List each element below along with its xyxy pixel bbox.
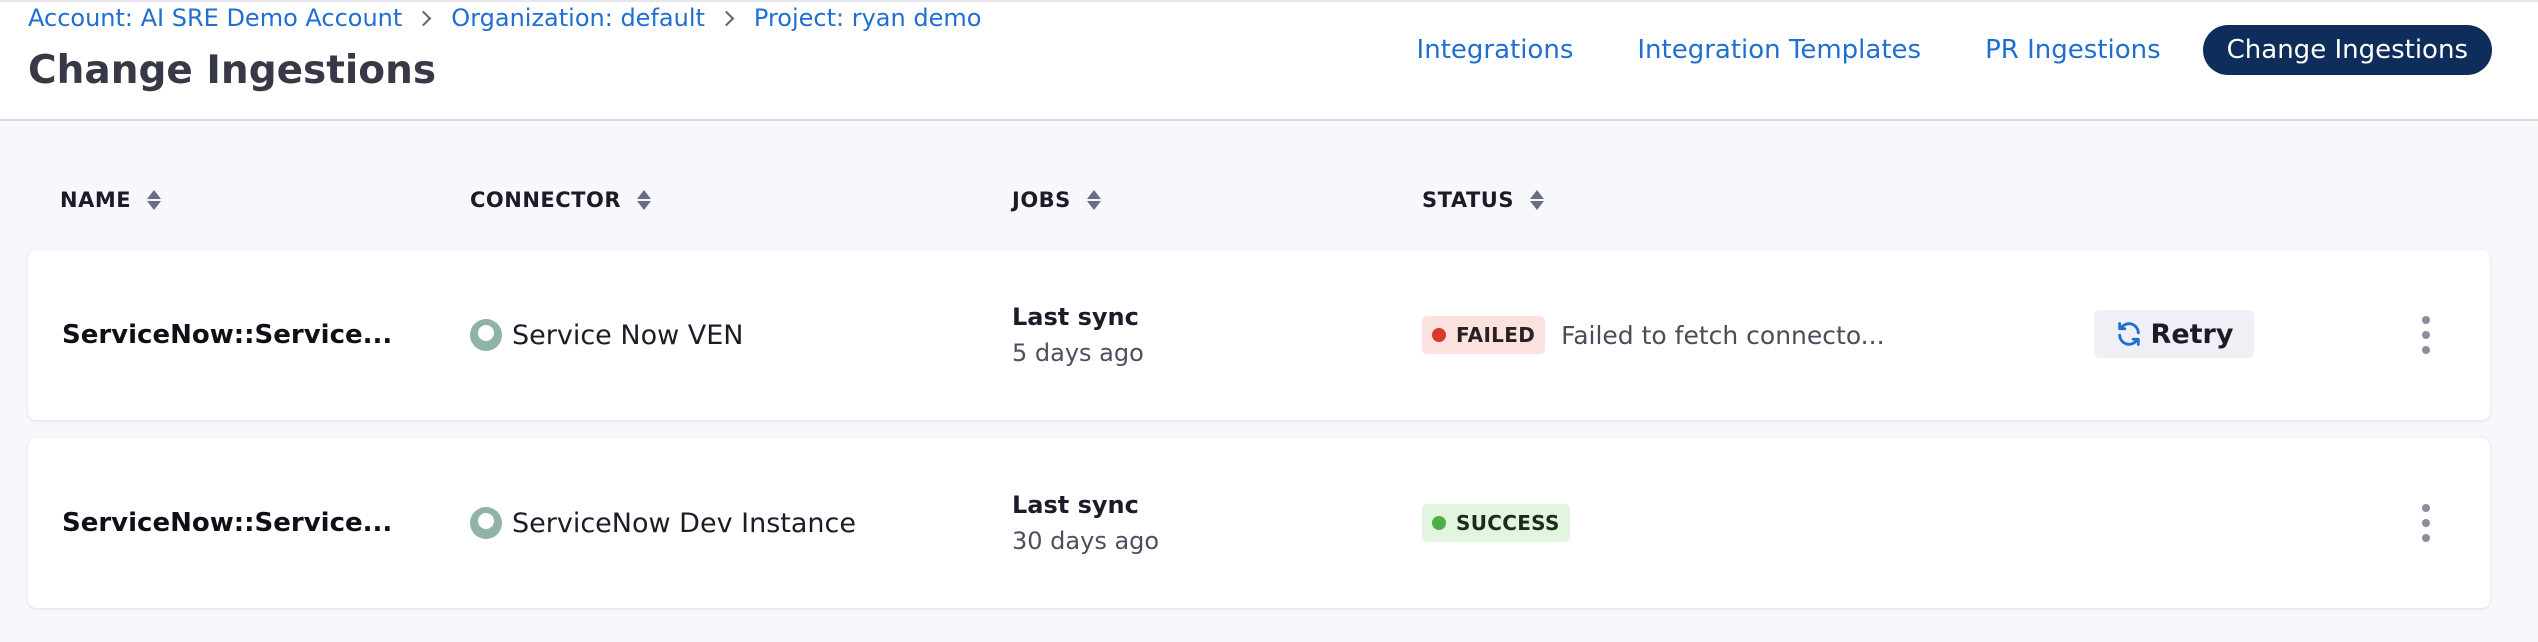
page-title: Change Ingestions [28,48,437,93]
status-cell: FAILED Failed to fetch connecto... [1422,250,1885,420]
sort-icon[interactable] [637,188,652,212]
connector-cell: Service Now VEN [470,250,743,420]
status-dot-icon [1432,328,1446,342]
jobs-label: Last sync [1012,491,1139,519]
chevron-right-icon [416,10,432,26]
retry-button[interactable]: Retry [2094,310,2254,358]
table-row[interactable]: ServiceNow::Service... Service Now VEN L… [28,250,2490,420]
jobs-time: 5 days ago [1012,339,1144,367]
column-header-jobs[interactable]: JOBS [1012,180,1101,220]
jobs-cell: Last sync 30 days ago [1012,438,1159,608]
status-badge: FAILED [1422,316,1546,354]
status-badge: SUCCESS [1422,504,1570,542]
ingestion-name: ServiceNow::Service... [62,508,393,538]
breadcrumb-account[interactable]: Account: AI SRE Demo Account [28,4,402,32]
tab-change-ingestions[interactable]: Change Ingestions [2202,25,2492,75]
column-header-status[interactable]: STATUS [1422,180,1544,220]
connector-icon [470,507,502,539]
nav-tabs: Integrations Integration Templates PR In… [1375,25,2492,75]
retry-label: Retry [2150,318,2234,350]
column-header-label: JOBS [1012,188,1071,212]
column-header-name[interactable]: NAME [60,180,162,220]
breadcrumb-project[interactable]: Project: ryan demo [754,4,982,32]
jobs-time: 30 days ago [1012,527,1160,555]
breadcrumb-organization[interactable]: Organization: default [451,4,705,32]
chevron-right-icon [718,10,735,26]
sort-icon[interactable] [1086,188,1101,212]
jobs-cell: Last sync 5 days ago [1012,250,1144,420]
refresh-icon [2117,322,2140,346]
status-label: SUCCESS [1456,511,1560,535]
more-options-icon[interactable] [2408,504,2444,542]
status-message: Failed to fetch connecto... [1561,320,1885,350]
connector-name: ServiceNow Dev Instance [512,507,856,539]
table-header: NAME CONNECTOR JOBS STATUS [0,180,2538,220]
status-dot-icon [1432,516,1446,530]
status-cell: SUCCESS [1422,438,1570,608]
connector-name: Service Now VEN [512,319,744,351]
jobs-label: Last sync [1012,303,1139,331]
status-label: FAILED [1456,323,1536,347]
connector-icon [470,319,502,351]
more-options-icon[interactable] [2408,316,2444,354]
tab-integrations[interactable]: Integrations [1395,25,1596,75]
table-row[interactable]: ServiceNow::Service... ServiceNow Dev In… [28,438,2490,608]
tab-pr-ingestions[interactable]: PR Ingestions [1963,25,2183,75]
column-header-connector[interactable]: CONNECTOR [470,180,652,220]
sort-icon[interactable] [1529,188,1544,212]
column-header-label: STATUS [1422,188,1514,212]
column-header-label: CONNECTOR [470,188,622,212]
column-header-label: NAME [60,188,132,212]
sort-icon[interactable] [147,188,162,212]
connector-cell: ServiceNow Dev Instance [470,438,856,608]
tab-integration-templates[interactable]: Integration Templates [1615,25,1943,75]
page-header: Account: AI SRE Demo Account Organizatio… [0,0,2538,121]
ingestion-name: ServiceNow::Service... [62,320,393,350]
breadcrumb: Account: AI SRE Demo Account Organizatio… [28,3,981,33]
